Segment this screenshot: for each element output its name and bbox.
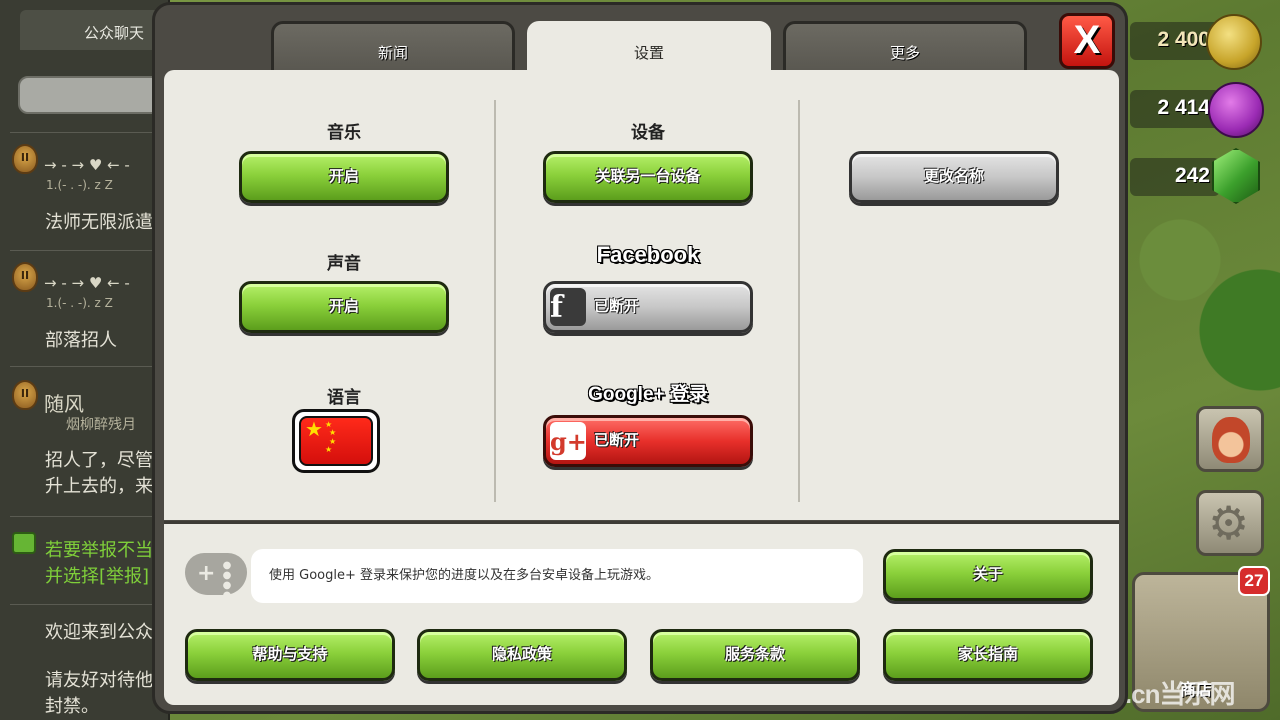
league-badge-icon: II: [12, 144, 38, 174]
tab-more[interactable]: 更多: [783, 21, 1027, 77]
chat-message-text: 部落招人: [45, 330, 117, 351]
elixir-counter: 2 414: [1130, 90, 1220, 128]
chat-divider: [10, 132, 168, 133]
google-plus-icon: g+: [550, 422, 587, 460]
avatar-icon: [1212, 417, 1250, 463]
facebook-label: Facebook: [596, 242, 700, 267]
about-button[interactable]: 关于: [883, 549, 1093, 601]
google-plus-label: Google+ 登录: [588, 384, 708, 405]
gamepad-icon: + ● ● ● ●: [185, 553, 247, 601]
music-toggle-button[interactable]: 开启: [239, 151, 449, 203]
shop-notification-badge: 27: [1238, 566, 1270, 596]
star-icon: ★: [329, 428, 337, 437]
chat-divider: [10, 516, 168, 517]
facebook-status: 已断开: [594, 297, 640, 315]
chat-rules-text: 封禁。: [45, 696, 99, 717]
chat-tab-global[interactable]: 公众聊天: [20, 10, 160, 50]
language-label: 语言: [327, 388, 361, 408]
chat-rules-text: 请友好对待他: [45, 670, 153, 691]
chat-input[interactable]: [18, 76, 168, 114]
link-device-button[interactable]: 关联另一台设备: [543, 151, 753, 203]
chat-welcome-text: 欢迎来到公众: [45, 622, 153, 643]
sound-toggle-button[interactable]: 开启: [239, 281, 449, 333]
chat-message-text: 升上去的，来: [45, 476, 153, 497]
chat-clan-name: 烟柳醉残月: [66, 417, 136, 433]
gear-icon: ⚙: [1208, 496, 1250, 550]
chat-clan-name: 1.(- . -). z Z: [46, 296, 113, 310]
privacy-policy-button[interactable]: 隐私政策: [417, 629, 627, 681]
chat-player-name[interactable]: 随风: [44, 388, 84, 417]
parents-guide-button[interactable]: 家长指南: [883, 629, 1093, 681]
sound-label: 声音: [327, 254, 361, 274]
chat-warning-text: 若要举报不当: [45, 540, 153, 561]
chat-divider: [10, 604, 168, 605]
google-plus-connect-button[interactable]: g+ 已断开: [543, 415, 753, 467]
chat-divider: [10, 250, 168, 251]
column-divider: [494, 100, 496, 502]
chat-player-name[interactable]: → - → ♥ ← -: [44, 274, 130, 292]
facebook-connect-button[interactable]: f 已断开: [543, 281, 753, 333]
star-icon: ★: [305, 417, 323, 441]
settings-button[interactable]: ⚙: [1196, 490, 1264, 556]
profile-button[interactable]: [1196, 406, 1264, 472]
chat-clan-name: 1.(- . -). z Z: [46, 178, 113, 192]
google-plus-status: 已断开: [594, 431, 640, 449]
system-message-icon: [12, 532, 36, 554]
device-label: 设备: [631, 123, 665, 143]
chat-message-text: 招人了，尽管: [45, 450, 153, 471]
help-support-button[interactable]: 帮助与支持: [185, 629, 395, 681]
chat-message-text: 法师无限派遣: [45, 212, 153, 233]
change-name-button[interactable]: 更改名称: [849, 151, 1059, 203]
chat-player-name[interactable]: → - → ♥ ← -: [44, 156, 130, 174]
settings-window: 新闻 设置 更多 X 音乐 开启 声音 开启 语言 ★ ★ ★ ★ ★ 设备 关…: [152, 2, 1128, 714]
column-divider: [798, 100, 800, 502]
chat-divider: [10, 366, 168, 367]
terms-of-service-button[interactable]: 服务条款: [650, 629, 860, 681]
google-play-info-box: 使用 Google+ 登录来保护您的进度以及在多台安卓设备上玩游戏。: [251, 549, 863, 603]
star-icon: ★: [325, 445, 333, 454]
chat-warning-text: 并选择[举报]: [45, 566, 150, 587]
global-chat-panel: 公众聊天 II → - → ♥ ← - 1.(- . -). z Z 法师无限派…: [0, 0, 170, 720]
league-badge-icon: II: [12, 262, 38, 292]
tab-news[interactable]: 新闻: [271, 21, 515, 77]
league-badge-icon: II: [12, 380, 38, 410]
watermark-logo: d.cn当乐网: [1110, 679, 1235, 709]
china-flag-icon: ★ ★ ★ ★ ★: [299, 416, 373, 466]
gold-coin-icon: [1206, 14, 1262, 70]
gem-counter: 242: [1130, 158, 1220, 196]
close-button[interactable]: X: [1059, 13, 1115, 69]
facebook-icon: f: [550, 288, 586, 326]
elixir-drop-icon: [1208, 82, 1264, 138]
language-button[interactable]: ★ ★ ★ ★ ★: [292, 409, 380, 473]
music-label: 音乐: [327, 123, 361, 143]
